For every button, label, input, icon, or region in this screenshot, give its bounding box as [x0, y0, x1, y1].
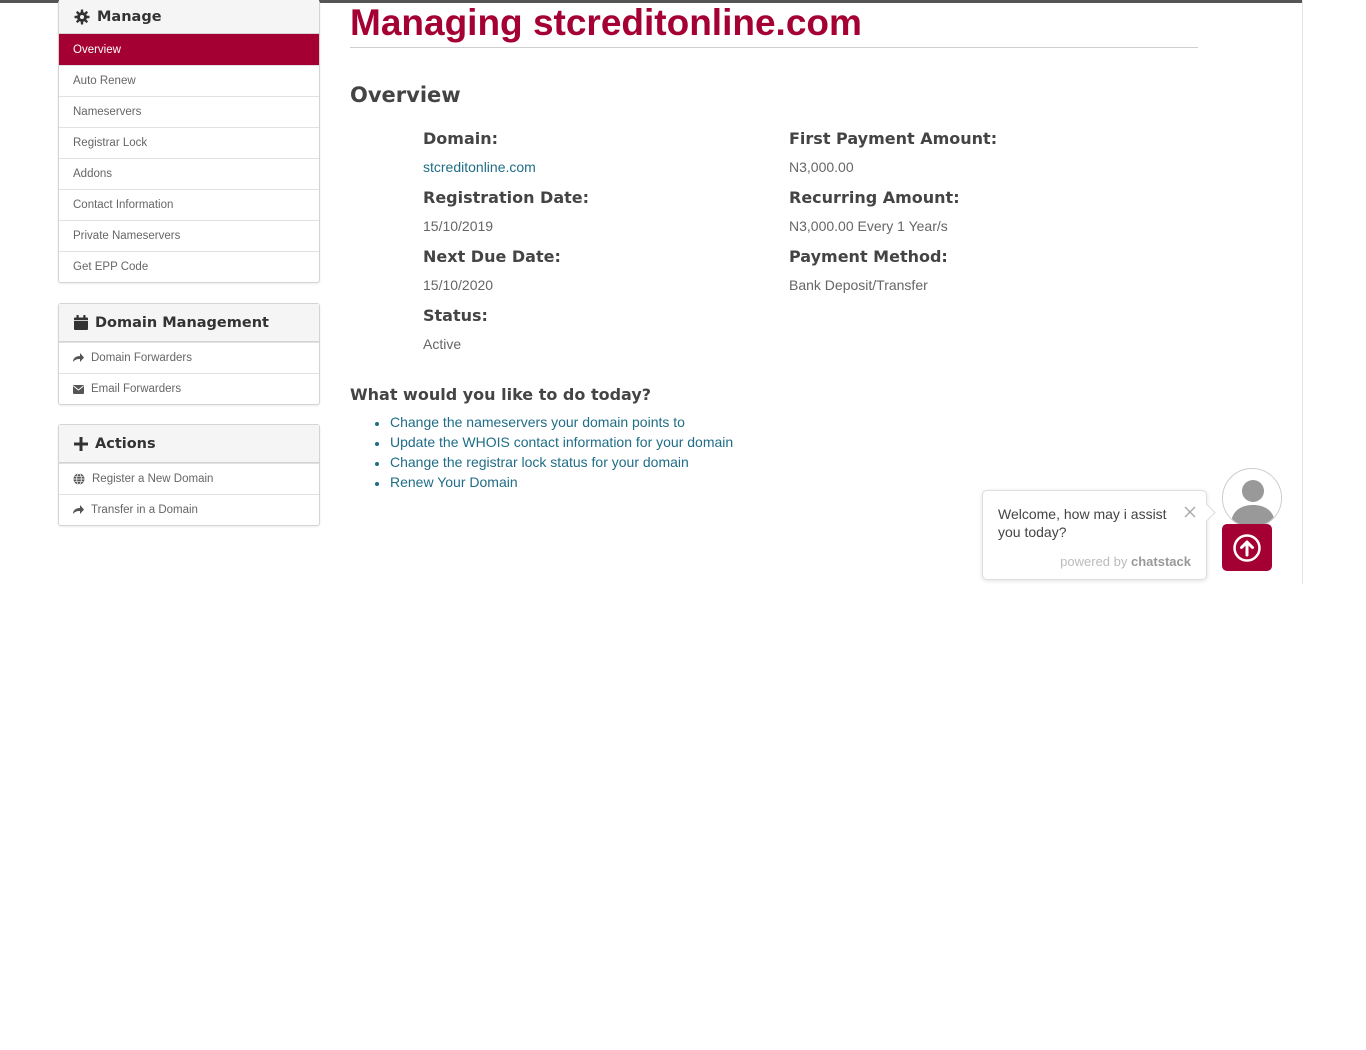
sidebar-item-registrar-lock[interactable]: Registrar Lock [59, 127, 319, 158]
content-right-border [1302, 0, 1303, 584]
manage-panel-header: Manage [59, 0, 319, 34]
chat-bubble[interactable]: Welcome, how may i assist you today? pow… [982, 490, 1207, 580]
actions-panel-header: Actions [59, 425, 319, 463]
status-label: Status: [423, 306, 488, 325]
arrow-up-icon [1233, 533, 1261, 562]
actions-panel-title: Actions [95, 435, 156, 452]
sidebar-item-transfer-domain[interactable]: Transfer in a Domain [59, 494, 319, 525]
powered-by-prefix: powered by [1060, 554, 1128, 569]
chat-avatar[interactable] [1222, 468, 1282, 528]
sidebar-item-register-new-domain[interactable]: Register a New Domain [59, 463, 319, 494]
update-whois-link[interactable]: Update the WHOIS contact information for… [374, 434, 733, 454]
envelope-icon [73, 384, 84, 394]
manage-panel: Manage Overview Auto Renew Nameservers R… [58, 0, 320, 283]
calendar-icon [74, 315, 88, 330]
globe-icon [73, 473, 85, 485]
gear-icon [74, 9, 90, 24]
sidebar-item-label: Register a New Domain [92, 473, 214, 485]
payment-method-label: Payment Method: [789, 247, 948, 266]
actions-panel: Actions Register a New Domain Transfer i… [58, 424, 320, 526]
share-icon [73, 505, 84, 514]
share-icon [73, 353, 84, 362]
sidebar-item-private-nameservers[interactable]: Private Nameservers [59, 220, 319, 251]
registration-date-value: 15/10/2019 [423, 218, 494, 234]
close-icon[interactable] [1183, 505, 1197, 519]
registration-date-label: Registration Date: [423, 188, 590, 207]
chat-powered-by: powered by chatstack [1060, 554, 1191, 569]
powered-by-brand: chatstack [1131, 554, 1191, 569]
recurring-amount-label: Recurring Amount: [789, 188, 960, 207]
sidebar-item-get-epp-code[interactable]: Get EPP Code [59, 251, 319, 282]
first-payment-value: N3,000.00 [789, 159, 854, 175]
chat-welcome-message: Welcome, how may i assist you today? [998, 506, 1167, 540]
todo-list: Change the nameservers your domain point… [374, 414, 733, 494]
domain-link[interactable]: stcreditonline.com [423, 159, 536, 175]
manage-panel-title: Manage [97, 8, 162, 25]
section-title: Overview [350, 83, 461, 107]
change-nameservers-link[interactable]: Change the nameservers your domain point… [374, 414, 733, 434]
sidebar-item-email-forwarders[interactable]: Email Forwarders [59, 373, 319, 404]
payment-method-value: Bank Deposit/Transfer [789, 277, 928, 293]
sidebar-item-nameservers[interactable]: Nameservers [59, 96, 319, 127]
next-due-date-value: 15/10/2020 [423, 277, 494, 293]
sidebar-item-label: Transfer in a Domain [91, 504, 198, 516]
sidebar-item-addons[interactable]: Addons [59, 158, 319, 189]
sidebar-item-overview[interactable]: Overview [59, 34, 319, 65]
next-due-date-label: Next Due Date: [423, 247, 561, 266]
domain-management-panel-title: Domain Management [95, 314, 269, 331]
page-title: Managing stcreditonline.com [350, 2, 862, 43]
first-payment-label: First Payment Amount: [789, 129, 998, 148]
sidebar-item-label: Email Forwarders [91, 383, 182, 395]
domain-management-panel: Domain Management Domain Forwarders Emai… [58, 303, 320, 405]
sidebar-item-contact-information[interactable]: Contact Information [59, 189, 319, 220]
domain-management-panel-header: Domain Management [59, 304, 319, 342]
change-registrar-lock-link[interactable]: Change the registrar lock status for you… [374, 454, 733, 474]
sidebar-item-label: Domain Forwarders [91, 352, 192, 364]
title-divider [350, 47, 1198, 48]
avatar-icon [1223, 469, 1281, 527]
plus-icon [74, 436, 88, 451]
domain-label: Domain: [423, 129, 499, 148]
sidebar-item-auto-renew[interactable]: Auto Renew [59, 65, 319, 96]
recurring-amount-value: N3,000.00 Every 1 Year/s [789, 218, 948, 234]
renew-domain-link[interactable]: Renew Your Domain [374, 474, 733, 494]
todo-heading: What would you like to do today? [350, 385, 652, 404]
sidebar-item-domain-forwarders[interactable]: Domain Forwarders [59, 342, 319, 373]
status-value: Active [423, 336, 462, 352]
scroll-top-button[interactable] [1222, 524, 1272, 571]
